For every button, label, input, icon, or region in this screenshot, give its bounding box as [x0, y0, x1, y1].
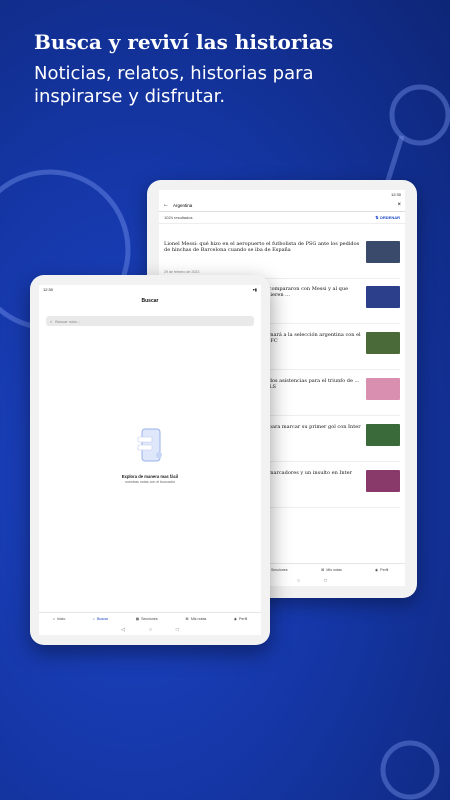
article-thumbnail[interactable]: [366, 424, 400, 446]
profile-icon: ◉: [375, 568, 379, 572]
back-arrow-icon[interactable]: ←: [163, 202, 169, 208]
article-item[interactable]: Lionel Messi: qué hizo en el aeropuerto …: [164, 238, 400, 279]
nav-my-news[interactable]: ⌘ Mis notas: [185, 617, 206, 621]
status-bar: 12:30: [159, 190, 405, 199]
search-input[interactable]: ⌕ Buscar nota...: [46, 316, 254, 326]
empty-title: Explora de manera mas fácil: [121, 474, 179, 479]
page-title: Buscar: [141, 298, 159, 304]
bottom-nav: ⌂ Inicio ⌕ Buscar ▦ Secciones ⌘ Mis notas ◉ P…: [39, 612, 261, 625]
tablet-search: 12:30 ▾▮ Buscar ⌕ Buscar nota... Explora…: [30, 275, 270, 645]
article-thumbnail[interactable]: [366, 286, 400, 308]
battery-icon: ▾▮: [252, 287, 257, 292]
nav-home[interactable]: ⌂ Inicio: [53, 617, 66, 621]
status-time: 12:30: [390, 192, 401, 197]
search-icon: ⌕: [50, 318, 53, 324]
nav-my-news[interactable]: ⌘ Mis notas: [321, 568, 342, 572]
nav-search[interactable]: ⌕ Buscar: [93, 617, 108, 621]
clear-icon[interactable]: ×: [397, 202, 401, 208]
article-date: 29 de febrero de 2023: [164, 270, 200, 274]
home-system-icon[interactable]: ○: [149, 627, 152, 633]
home-icon: ⌂: [52, 617, 55, 621]
nav-profile[interactable]: ◉ Perfil: [234, 617, 247, 621]
article-thumbnail[interactable]: [366, 241, 400, 263]
profile-icon: ◉: [233, 617, 237, 621]
recents-system-icon[interactable]: □: [324, 578, 327, 584]
results-count: 1024 resultados: [164, 215, 193, 220]
bookmark-icon: ⌘: [320, 568, 325, 572]
sections-icon: ▦: [135, 617, 140, 621]
nav-sections[interactable]: ▦Secciones: [136, 617, 158, 621]
search-icon: ⌕: [92, 617, 95, 621]
back-system-icon[interactable]: ◁: [121, 627, 125, 633]
order-button[interactable]: ⇅ ORDENAR: [375, 215, 400, 220]
results-header: 1024 resultados ⇅ ORDENAR: [159, 212, 405, 224]
nav-profile[interactable]: ◉ Perfil: [375, 568, 388, 572]
phone-illustration-icon: [137, 428, 162, 462]
search-query[interactable]: Argentina: [173, 203, 397, 208]
status-bar: 12:30 ▾▮: [39, 285, 261, 294]
article-thumbnail[interactable]: [366, 470, 400, 492]
recents-system-icon[interactable]: □: [176, 627, 179, 633]
empty-subtitle: nuestras notas con el buscador: [125, 480, 175, 484]
search-screen: 12:30 ▾▮ Buscar ⌕ Buscar nota... Explora…: [39, 285, 261, 635]
article-thumbnail[interactable]: [366, 332, 400, 354]
bookmark-icon: ⌘: [185, 617, 189, 621]
home-system-icon[interactable]: ○: [297, 578, 300, 584]
promo-subtitle: Noticias, relatos, historias para inspir…: [34, 63, 314, 107]
empty-state: Explora de manera mas fácil nuestras not…: [39, 425, 261, 484]
promo-title: Busca y reviví las historias: [34, 30, 334, 54]
system-nav: ◁ ○ □: [39, 625, 261, 635]
status-time: 12:30: [43, 287, 54, 292]
search-placeholder: Buscar nota...: [55, 318, 80, 324]
article-thumbnail[interactable]: [366, 378, 400, 400]
decorative-magnifier-bottom-icon: [380, 740, 440, 800]
search-bar[interactable]: ← Argentina ×: [159, 199, 405, 212]
